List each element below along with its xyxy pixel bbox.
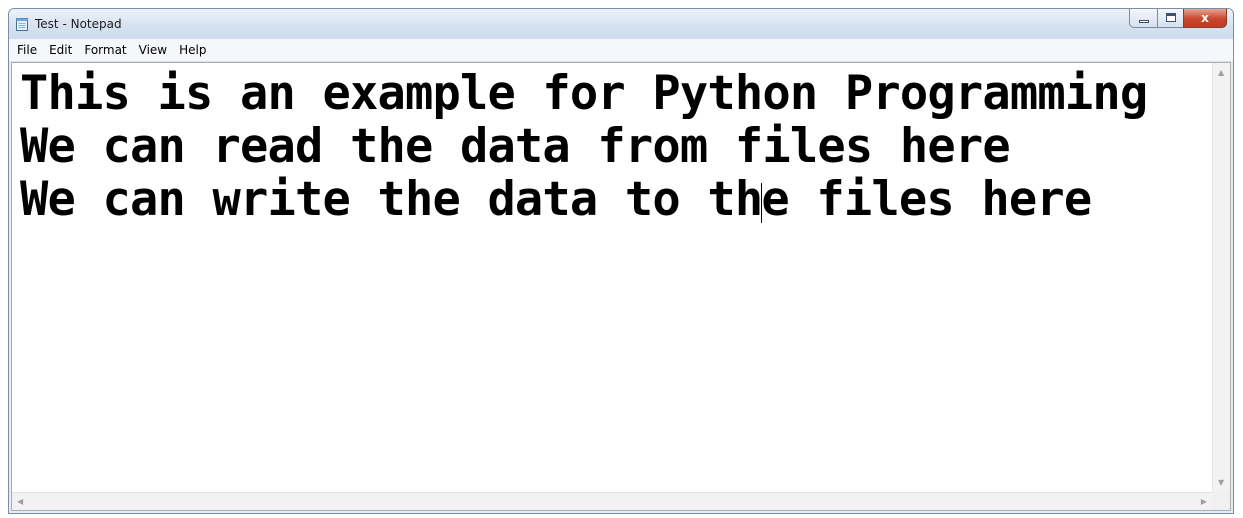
- maximize-button[interactable]: [1157, 9, 1183, 28]
- menu-help[interactable]: Help: [173, 41, 212, 59]
- vertical-scrollbar[interactable]: ▲ ▼: [1212, 63, 1230, 492]
- text-line-3-before-caret: We can write the data to th: [20, 172, 763, 227]
- close-button[interactable]: x: [1183, 9, 1227, 28]
- resize-grip-icon[interactable]: [1212, 492, 1230, 510]
- minimize-icon: [1139, 20, 1149, 23]
- scroll-left-icon[interactable]: ◀: [17, 497, 23, 507]
- window-title: Test - Notepad: [35, 17, 122, 31]
- notepad-icon: [16, 18, 28, 31]
- title-bar[interactable]: Test - Notepad x: [9, 9, 1233, 39]
- text-line-3: We can write the data to the files here: [20, 173, 1204, 226]
- scroll-right-icon[interactable]: ▶: [1201, 497, 1207, 507]
- text-line-1: This is an example for Python Programmin…: [20, 66, 1148, 121]
- maximize-icon: [1166, 13, 1176, 22]
- menu-file[interactable]: File: [11, 41, 43, 59]
- text-area[interactable]: This is an example for Python Programmin…: [12, 63, 1212, 492]
- menu-view[interactable]: View: [133, 41, 173, 59]
- text-line-2: We can read the data from files here: [20, 119, 1011, 174]
- close-icon: x: [1201, 11, 1209, 25]
- minimize-button[interactable]: [1129, 9, 1157, 28]
- notepad-window: Test - Notepad x File Edit Format View H…: [8, 8, 1234, 514]
- window-controls: x: [1129, 9, 1227, 29]
- menu-format[interactable]: Format: [78, 41, 132, 59]
- menu-bar: File Edit Format View Help: [9, 39, 1233, 62]
- menu-edit[interactable]: Edit: [43, 41, 78, 59]
- scroll-up-icon[interactable]: ▲: [1218, 68, 1224, 78]
- scroll-down-icon[interactable]: ▼: [1218, 478, 1224, 488]
- horizontal-scrollbar[interactable]: ◀ ▶: [12, 492, 1212, 510]
- text-editor[interactable]: This is an example for Python Programmin…: [11, 62, 1231, 511]
- text-line-3-after-caret: e files here: [761, 172, 1092, 227]
